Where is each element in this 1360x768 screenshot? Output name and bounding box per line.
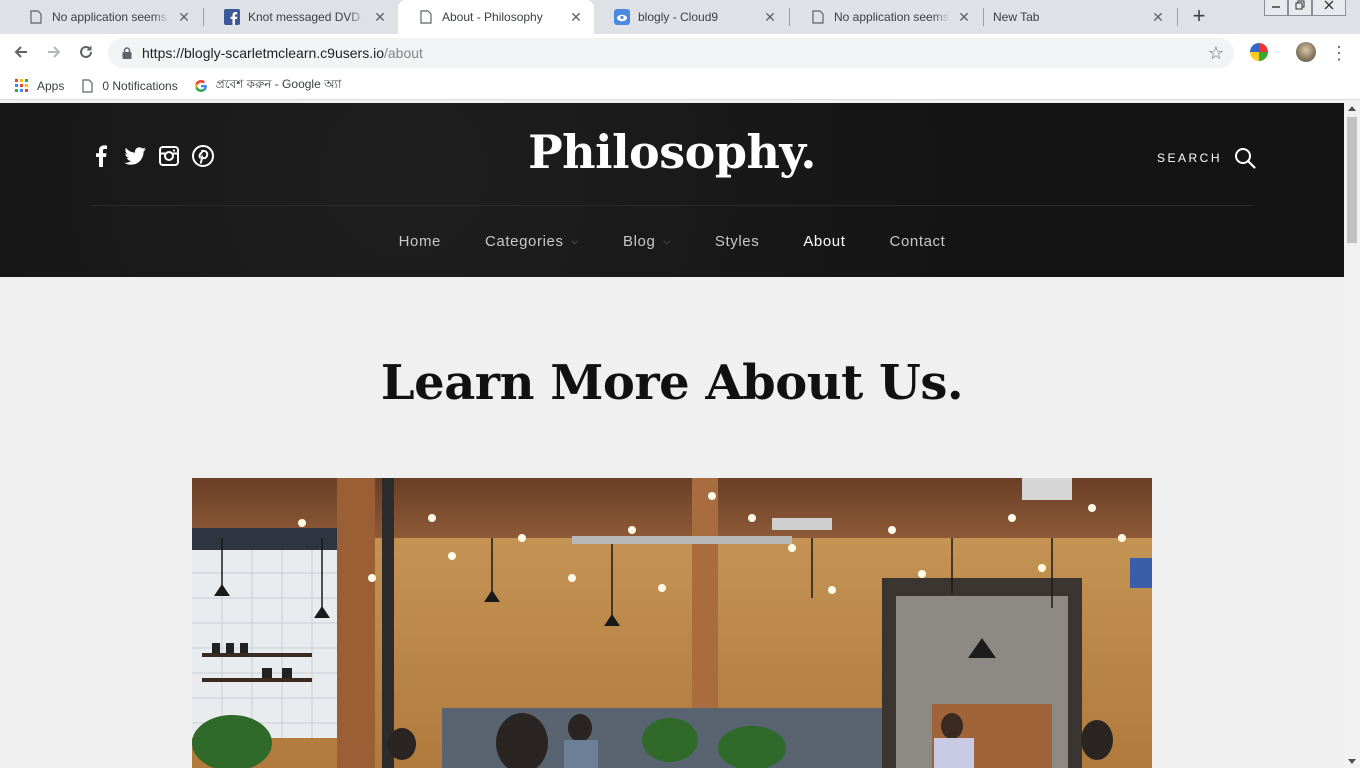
close-icon[interactable]: ✕ [176,9,192,25]
nav-label: Styles [714,233,760,250]
bookmark-apps[interactable]: Apps [7,74,72,98]
site-header: Philosophy. SEARCH Home Categories ⌵ Blog… [0,103,1344,277]
profile-avatar[interactable] [1296,42,1316,62]
browser-tab-active[interactable]: About - Philosophy ✕ [398,0,594,34]
document-icon [28,9,44,25]
forward-button[interactable] [43,43,65,65]
bookmark-label: প্রবেশ করুন - Google অ্যা [215,76,342,91]
tab-title: blogly - Cloud9 [638,10,719,24]
minimize-button[interactable] [1264,0,1288,16]
browser-tab[interactable]: Knot messaged DVD - Web ✕ [204,0,398,34]
nav-label: Blog [622,233,656,250]
main-nav: Home Categories ⌵ Blog ⌵ Styles About Cont… [0,233,1344,250]
forward-arrow-icon [48,46,61,58]
search-label: SEARCH [1157,151,1223,165]
browser-tab[interactable]: blogly - Cloud9 ✕ [594,0,788,34]
tab-separator [1177,8,1178,26]
url-text: https://blogly-scarletmclearn.c9users.io… [142,45,423,61]
close-icon[interactable]: ✕ [372,9,388,25]
hero-image-cafe-interior [192,478,1152,768]
browser-tab[interactable]: No application seems to be ✕ [790,0,982,34]
close-icon[interactable]: ✕ [956,9,972,25]
facebook-icon [224,9,240,25]
page-scrollbar[interactable] [1344,103,1360,768]
scroll-up-icon[interactable] [1348,106,1356,111]
page-title: Learn More About Us. [380,355,964,411]
browser-tab-strip: No application seems to be ✕ Knot messag… [0,0,1360,34]
nav-label: About [803,233,846,250]
page-viewport: Philosophy. SEARCH Home Categories ⌵ Blog… [0,103,1344,768]
reload-button[interactable] [75,43,97,65]
close-icon[interactable]: ✕ [1150,9,1166,25]
nav-item-categories[interactable]: Categories ⌵ [463,233,601,250]
cloud9-icon [614,9,630,25]
scroll-down-icon[interactable] [1348,759,1356,764]
browser-menu-button[interactable]: ⋮ [1330,42,1348,64]
tab-title: About - Philosophy [442,10,543,24]
chevron-down-icon: ⌵ [571,236,579,246]
header-divider [92,205,1252,206]
site-search[interactable]: SEARCH [1157,147,1256,169]
tab-title: No application seems to be [834,10,950,24]
tab-title: Knot messaged DVD - Web [248,10,366,24]
site-logo[interactable]: Philosophy. [0,125,1344,179]
back-arrow-icon [14,46,27,58]
chevron-down-icon: ⌵ [663,236,671,246]
apps-grid-icon [15,78,29,93]
scrollbar-thumb[interactable] [1347,117,1357,243]
cafe-interior-illustration [192,478,1152,768]
nav-item-contact[interactable]: Contact [868,233,968,250]
bookmarks-bar: Apps 0 Notifications প্রবেশ করুন - Googl… [0,72,1360,100]
document-icon [418,9,434,25]
nav-item-about[interactable]: About [781,233,867,250]
lock-icon [122,47,132,59]
restore-button[interactable] [1288,0,1312,16]
document-icon [810,9,826,25]
back-button[interactable] [10,43,32,65]
bookmark-label: 0 Notifications [102,78,178,93]
browser-toolbar: https://blogly-scarletmclearn.c9users.io… [0,34,1360,72]
nav-label: Categories [485,233,564,250]
nav-label: Home [398,233,441,250]
google-icon [194,79,208,93]
browser-tab[interactable]: No application seems to be ✕ [8,0,202,34]
close-window-button[interactable] [1312,0,1346,16]
extension-icon[interactable] [1250,43,1268,61]
new-tab-button[interactable]: + [1188,5,1210,27]
nav-label: Contact [889,233,946,250]
bookmark-label: Apps [37,78,65,93]
url-host: https://blogly-scarletmclearn.c9users.io [142,45,384,61]
bookmark-notifications[interactable]: 0 Notifications [72,74,185,98]
close-icon[interactable]: ✕ [762,9,778,25]
document-icon [80,78,94,93]
bookmark-google[interactable]: প্রবেশ করুন - Google অ্যা [186,74,350,98]
address-bar[interactable]: https://blogly-scarletmclearn.c9users.io… [108,38,1234,68]
nav-item-styles[interactable]: Styles [693,233,781,250]
url-path: /about [384,45,423,61]
tab-title: No application seems to be [52,10,170,24]
bookmark-star-icon[interactable]: ☆ [1208,43,1224,63]
close-icon[interactable]: ✕ [568,9,584,25]
nav-item-home[interactable]: Home [377,233,463,250]
search-icon [1235,148,1256,169]
reload-icon [80,45,92,58]
browser-tab[interactable]: New Tab ✕ [984,0,1176,34]
nav-item-blog[interactable]: Blog ⌵ [601,233,693,250]
tab-title: New Tab [993,10,1040,24]
